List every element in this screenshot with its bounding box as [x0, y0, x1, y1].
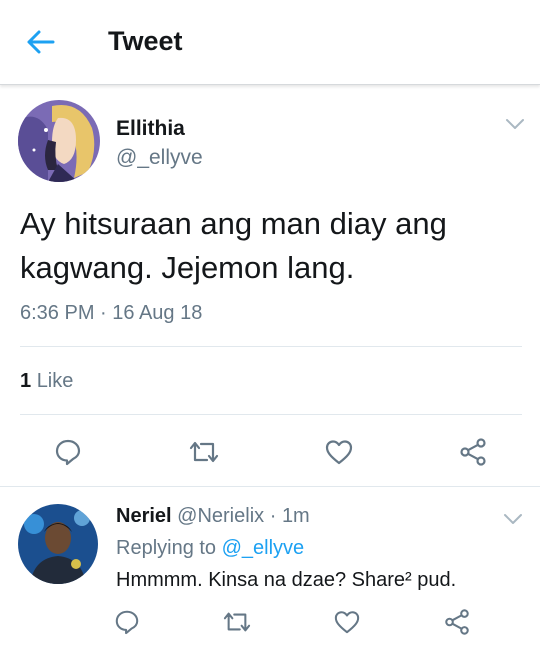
reply-author-avatar[interactable] [18, 504, 98, 584]
reply-time: 1m [281, 505, 310, 527]
chevron-down-icon[interactable] [502, 512, 524, 526]
like-count-label: Like [36, 370, 74, 392]
replying-to-label: Replying to [116, 537, 217, 559]
replying-to-mention[interactable]: @_ellyve [222, 537, 305, 559]
retweet-icon[interactable] [222, 609, 252, 640]
reply-icon[interactable] [114, 609, 140, 640]
separator-dot: · [269, 505, 277, 527]
reply-author-name[interactable]: Neriel [116, 505, 172, 527]
share-icon[interactable] [458, 437, 488, 472]
tweet-text-line: Ay hitsuraan ang man diay ang [20, 206, 447, 241]
like-count-number: 1 [20, 370, 32, 392]
like-icon[interactable] [324, 438, 354, 471]
back-arrow-icon[interactable] [26, 28, 56, 56]
divider [20, 346, 522, 347]
tweet-text-line: kagwang. Jejemon lang. [20, 250, 355, 285]
reply-text: Hmmmm. Kinsa na dzae? Share² pud. [116, 569, 457, 591]
reply-icon[interactable] [54, 438, 82, 471]
replying-to: Replying to @_ellyve [116, 537, 304, 560]
chevron-down-icon[interactable] [504, 117, 526, 131]
tweet-text: Ay hitsuraan ang man diay ang kagwang. J… [20, 202, 520, 290]
tweet-timestamp: 6:36 PM · 16 Aug 18 [20, 302, 203, 324]
divider [0, 486, 540, 487]
share-icon[interactable] [443, 608, 471, 641]
like-count[interactable]: 1 Like [20, 370, 73, 393]
top-app-bar: Tweet [0, 0, 540, 85]
author-avatar[interactable] [18, 100, 100, 182]
author-name[interactable]: Ellithia [116, 117, 185, 141]
reply-author-handle[interactable]: @Nerielix [177, 505, 264, 527]
divider [20, 414, 522, 415]
reply-header: Neriel @Nerielix · 1m [116, 505, 310, 528]
like-icon[interactable] [333, 609, 361, 640]
author-handle[interactable]: @_ellyve [116, 146, 203, 170]
page-title: Tweet [108, 26, 183, 56]
retweet-icon[interactable] [188, 438, 220, 471]
